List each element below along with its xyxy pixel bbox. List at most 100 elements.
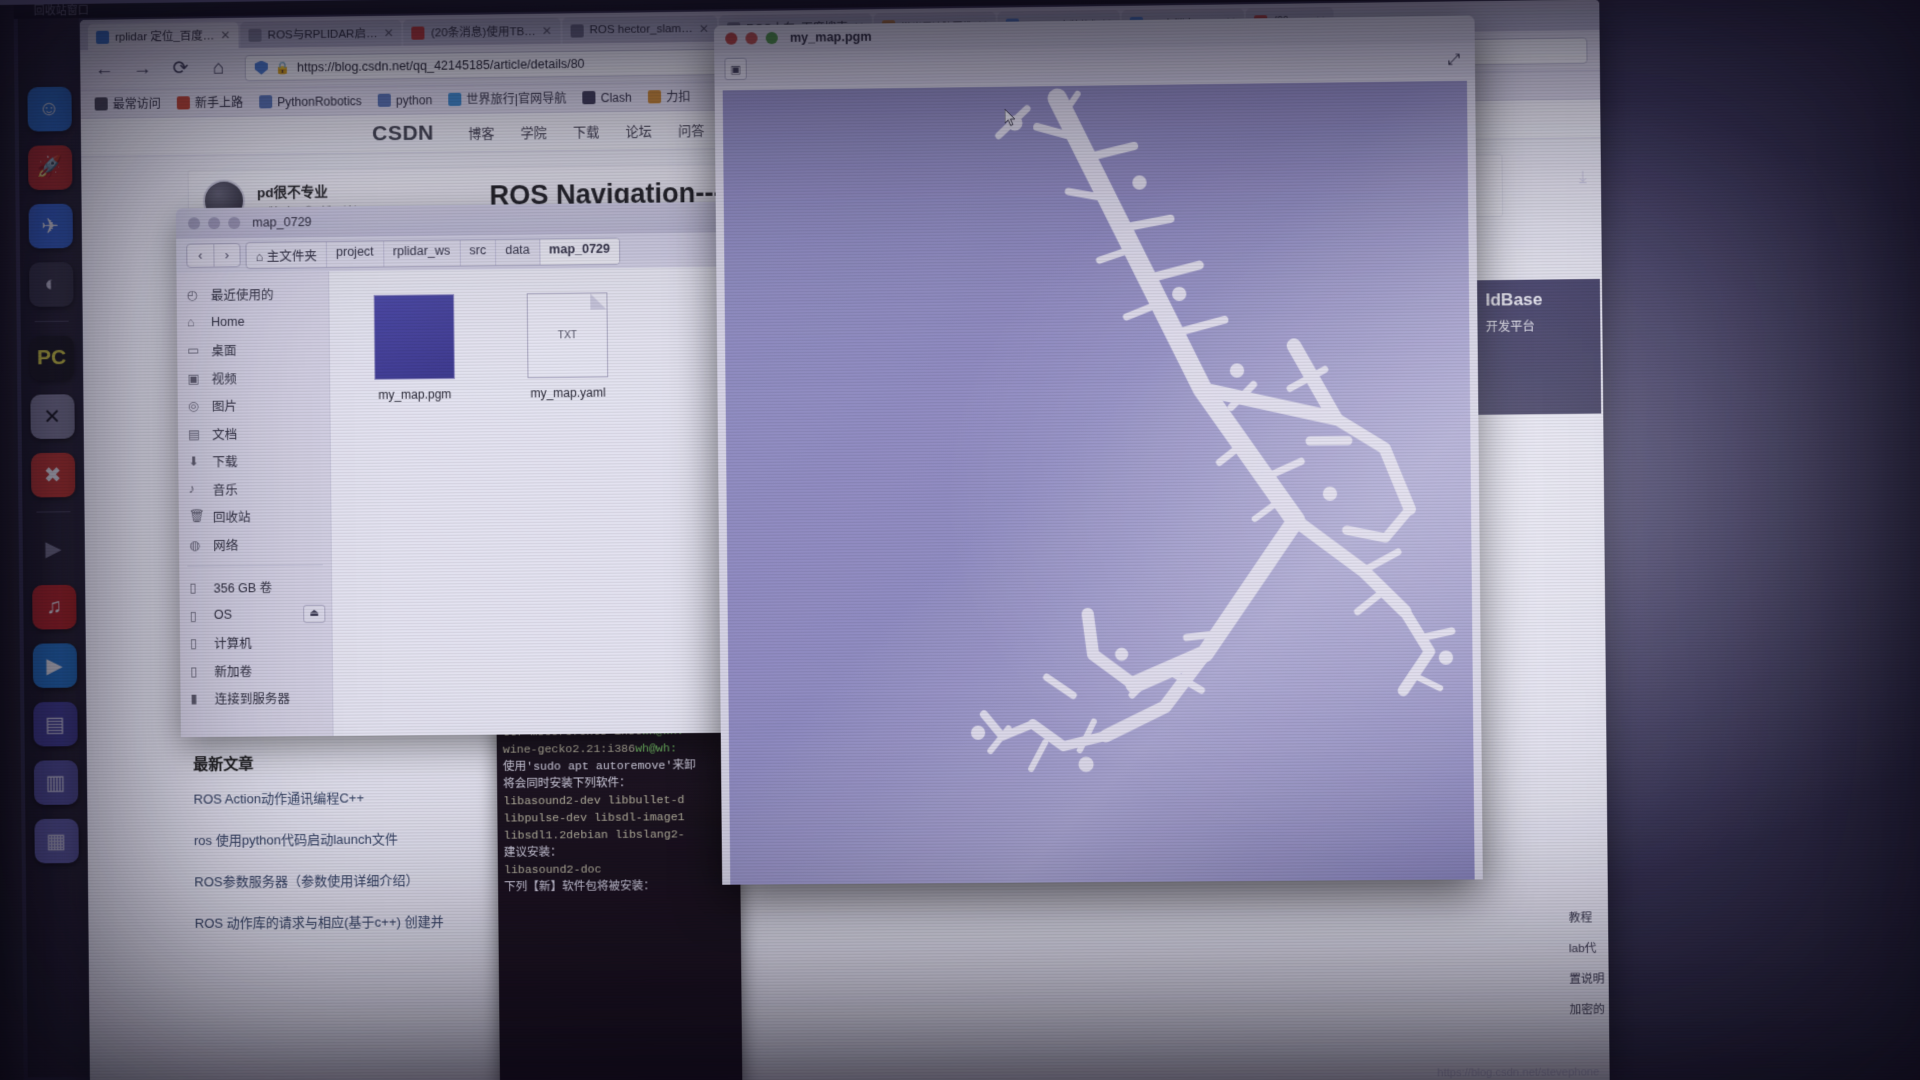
breadcrumb[interactable]: ⌂ 主文件夹 project rplidar_ws src data map_0729 <box>245 236 621 269</box>
minimize-icon[interactable] <box>208 216 221 230</box>
apple-menu-icon[interactable] <box>26 28 70 73</box>
browser-tab[interactable]: ROS hector_slam… ✕ <box>562 15 718 44</box>
sidebar-item-place[interactable]: ▤ 文档 <box>178 418 330 447</box>
browser-tab[interactable]: rplidar 定位_百度… ✕ <box>87 21 239 51</box>
reload-button[interactable]: ⟳ <box>168 57 192 81</box>
close-icon[interactable] <box>725 32 738 45</box>
bookmark-item[interactable]: python <box>377 92 433 108</box>
breadcrumb-item[interactable]: map_0729 <box>539 238 620 265</box>
bookmark-item[interactable]: 最常访问 <box>94 95 161 113</box>
image-thumbnail[interactable] <box>373 294 455 380</box>
sidebar-item-place[interactable]: ⌂ Home <box>177 307 329 336</box>
system-preferences-icon[interactable]: ◐ <box>28 262 74 308</box>
bookmark-favicon-icon <box>94 97 108 111</box>
rail-ad[interactable]: IdBase 开发平台 <box>1477 278 1602 415</box>
breadcrumb-item[interactable]: ⌂ 主文件夹 <box>246 241 328 268</box>
sidebar-item-place[interactable]: ♪ 音乐 <box>178 474 330 503</box>
text-file-icon[interactable]: TXT <box>526 292 609 379</box>
rail-link[interactable]: lab代 <box>1569 934 1605 965</box>
url-text[interactable]: https://blog.csdn.net/qq_42145185/articl… <box>297 56 585 74</box>
csdn-nav-item[interactable]: 下载 <box>573 121 599 141</box>
forward-button[interactable]: → <box>130 58 154 81</box>
quicktime-icon[interactable]: ▶ <box>31 526 75 571</box>
bookmark-item[interactable]: Clash <box>582 90 632 105</box>
finder-icon[interactable]: ☺ <box>26 86 72 132</box>
terminal-line: libasound2-dev libbullet-d <box>503 791 733 810</box>
maximize-icon[interactable] <box>228 216 241 230</box>
home-button[interactable]: ⌂ <box>207 57 231 80</box>
rail-links[interactable]: 教程 lab代 置说明 加密的 <box>1569 903 1606 1026</box>
maximize-icon[interactable] <box>765 31 778 45</box>
sidebar-item-label: 连接到服务器 <box>214 692 291 707</box>
open-file-button[interactable]: ▣ <box>724 57 747 81</box>
browser-tab[interactable]: (20条消息)使用TB… ✕ <box>403 17 561 46</box>
image-viewer-window[interactable]: my_map.pgm ▣ ⤢ <box>713 15 1483 885</box>
browser-tab[interactable]: ROS与RPLIDAR启… ✕ <box>240 19 402 49</box>
bookmark-item[interactable]: PythonRobotics <box>259 94 362 109</box>
video-player-icon[interactable]: ▶ <box>32 643 77 689</box>
csdn-nav-item[interactable]: 问答 <box>678 120 704 140</box>
safari-icon[interactable]: ✈ <box>28 203 73 249</box>
xcode-icon[interactable]: ✕ <box>29 394 75 440</box>
calculator-icon[interactable]: ▦ <box>33 818 79 864</box>
terminal-window[interactable]: ttf-mscorefonts-instwh@wh: wine-gecko2.2… <box>496 718 743 1080</box>
sidebar-item-place[interactable]: ⬇ 下载 <box>178 446 330 475</box>
rail-link[interactable]: 教程 <box>1569 903 1605 934</box>
breadcrumb-item[interactable]: data <box>496 238 541 265</box>
file-manager-sidebar[interactable]: ◴ 最近使用的 ⌂ Home ▭ 桌面 ▣ 视频 ◎ 图片 ▤ 文档 ⬇ 下载 ♪ 音乐 🗑 回收站 ◍ 网络 ▯ 356… <box>176 271 334 738</box>
path-forward-button[interactable]: › <box>213 244 240 267</box>
file-grid[interactable]: my_map.pgm TXT my_map.yaml <box>329 266 737 736</box>
csdn-nav-item[interactable]: 学院 <box>521 122 547 142</box>
eject-button[interactable]: ⏏ <box>303 604 326 624</box>
path-nav-buttons[interactable]: ‹ › <box>186 243 241 268</box>
sidebar-item-volume[interactable]: ▯ 计算机 <box>180 628 332 657</box>
sidebar-item-place[interactable]: ▣ 视频 <box>177 363 329 392</box>
tab-close-icon[interactable]: ✕ <box>699 22 709 36</box>
map-canvas[interactable] <box>722 80 1475 885</box>
bookmark-item[interactable]: 新手上路 <box>176 94 243 112</box>
latest-article-link[interactable]: ROS参数服务器（参数使用详细介绍） <box>194 869 516 890</box>
file-item[interactable]: TXT my_map.yaml <box>519 292 620 734</box>
sidebar-item-place[interactable]: ◍ 网络 <box>179 529 331 558</box>
bookmark-item[interactable]: 世界旅行|官网导航 <box>448 89 566 108</box>
latest-list[interactable]: ROS Action动作通讯编程C++ ros 使用python代码启动launc… <box>193 786 516 932</box>
sidebar-item-place[interactable]: 🗑 回收站 <box>179 502 331 531</box>
latest-article-link[interactable]: ROS 动作库的请求与相应(基于c++) 创建并 <box>195 911 517 932</box>
screenshot-tool-icon[interactable]: ▤ <box>32 701 78 747</box>
back-button[interactable]: ← <box>92 58 116 81</box>
sidebar-item-volume[interactable]: ▯ 新加卷 <box>180 656 332 685</box>
minimize-icon[interactable] <box>745 32 758 45</box>
tab-close-icon[interactable]: ✕ <box>220 28 230 42</box>
csdn-nav-item[interactable]: 论坛 <box>626 121 652 141</box>
sidebar-item-volume[interactable]: ▮ 连接到服务器 <box>180 683 332 712</box>
tab-close-icon[interactable]: ✕ <box>542 24 552 38</box>
breadcrumb-item[interactable]: src <box>460 239 497 266</box>
tab-close-icon[interactable]: ✕ <box>383 26 393 40</box>
sidebar-item-place[interactable]: ▭ 桌面 <box>177 335 329 364</box>
fullscreen-button[interactable]: ⤢ <box>1442 48 1465 71</box>
photos-icon[interactable]: ▥ <box>33 760 78 805</box>
latest-article-link[interactable]: ros 使用python代码启动launch文件 <box>194 828 516 850</box>
sidebar-item-volume[interactable]: ▯ 356 GB 卷 <box>179 572 331 601</box>
breadcrumb-item[interactable]: rplidar_ws <box>383 239 461 267</box>
sidebar-item-volume[interactable]: ▯ OS ⏏ <box>180 600 332 629</box>
close-icon[interactable] <box>187 217 201 230</box>
rail-link[interactable]: 加密的 <box>1569 995 1605 1026</box>
xmind-icon[interactable]: ✖ <box>30 452 75 498</box>
breadcrumb-item[interactable]: project <box>326 240 384 267</box>
netease-music-icon[interactable]: ♫ <box>31 584 77 630</box>
file-manager-window[interactable]: map_0729 ‹ › ⌂ 主文件夹 project rplidar_ws src d… <box>175 201 737 738</box>
bookmark-label: python <box>395 92 433 108</box>
sidebar-item-place[interactable]: ◎ 图片 <box>178 390 330 419</box>
file-item[interactable]: my_map.pgm <box>366 294 467 736</box>
bookmark-item[interactable]: 力扣 <box>647 88 691 106</box>
latest-article-link[interactable]: ROS Action动作通讯编程C++ <box>193 786 515 808</box>
sidebar-item-place[interactable]: ◴ 最近使用的 <box>177 279 329 309</box>
launchpad-icon[interactable]: 🚀 <box>27 145 72 191</box>
csdn-nav-item[interactable]: 博客 <box>468 123 494 143</box>
rail-ad-line2: 开发平台 <box>1485 319 1535 335</box>
macos-dock[interactable]: ☺ 🚀 ✈ ◐ PC ✕ ✖ ▶ ♫ ▶ ▤ ▥ ▦ <box>17 18 90 1078</box>
path-back-button[interactable]: ‹ <box>187 244 213 267</box>
pycharm-icon[interactable]: PC <box>29 335 74 381</box>
rail-link[interactable]: 置说明 <box>1569 964 1605 995</box>
